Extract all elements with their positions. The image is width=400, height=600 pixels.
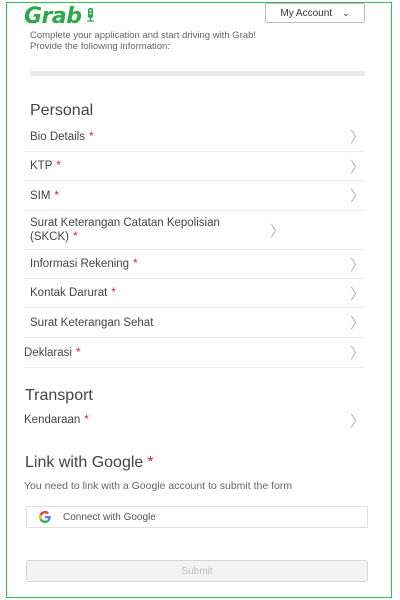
required-marker: * bbox=[84, 414, 89, 426]
chevron-right-icon: 〉 bbox=[270, 221, 286, 240]
logo-text: Grab bbox=[24, 4, 82, 29]
row-label: Deklarasi * bbox=[24, 346, 81, 359]
row-informasi-rekening[interactable]: Informasi Rekening * 〉 bbox=[24, 250, 366, 279]
traffic-light-icon bbox=[86, 7, 95, 27]
required-marker: * bbox=[75, 346, 81, 359]
submit-label: Submit bbox=[181, 565, 213, 577]
submit-button[interactable]: Submit bbox=[26, 560, 368, 582]
google-icon bbox=[39, 511, 51, 523]
row-label: Kendaraan * bbox=[24, 414, 89, 426]
required-marker: * bbox=[111, 287, 116, 299]
row-label: Surat Keterangan Sehat bbox=[30, 316, 154, 329]
connect-with-google-button[interactable]: Connect with Google bbox=[26, 506, 368, 528]
required-marker: * bbox=[72, 231, 78, 243]
chevron-right-icon: 〉 bbox=[350, 344, 366, 362]
required-marker: * bbox=[56, 160, 61, 172]
chevron-right-icon: 〉 bbox=[350, 411, 366, 430]
chevron-right-icon: 〉 bbox=[350, 255, 366, 274]
required-marker: * bbox=[88, 130, 94, 143]
row-label: Informasi Rekening * bbox=[30, 258, 138, 270]
intro-line-2: Provide the following information: bbox=[30, 41, 170, 52]
required-marker: * bbox=[133, 258, 138, 270]
row-kendaraan[interactable]: Kendaraan * 〉 bbox=[24, 406, 366, 434]
section-title-google: Link with Google * bbox=[25, 454, 154, 472]
row-kontak-darurat[interactable]: Kontak Darurat * 〉 bbox=[24, 279, 366, 308]
intro-line-1: Complete your application and start driv… bbox=[30, 30, 257, 41]
section-title-transport: Transport bbox=[25, 387, 93, 404]
required-marker: * bbox=[54, 189, 59, 202]
connect-with-google-label: Connect with Google bbox=[63, 511, 156, 523]
chevron-right-icon: 〉 bbox=[350, 128, 366, 146]
chevron-down-icon: ⌄ bbox=[342, 7, 350, 18]
row-label: KTP * bbox=[30, 160, 61, 172]
row-bio-details[interactable]: Bio Details * 〉 bbox=[24, 122, 366, 152]
row-label: Bio Details * bbox=[30, 130, 94, 143]
chevron-right-icon: 〉 bbox=[350, 187, 366, 205]
row-skck[interactable]: Surat Keterangan Catatan Kepolisian (SKC… bbox=[24, 211, 364, 250]
google-title-label: Link with Google bbox=[25, 454, 144, 471]
progress-bar bbox=[30, 71, 365, 76]
row-sim[interactable]: SIM * 〉 bbox=[24, 181, 366, 211]
my-account-label: My Account bbox=[280, 7, 333, 19]
chevron-right-icon: 〉 bbox=[350, 284, 366, 303]
row-surat-keterangan-sehat[interactable]: Surat Keterangan Sehat 〉 bbox=[24, 308, 366, 338]
section-title-personal: Personal bbox=[30, 102, 94, 119]
google-description: You need to link with a Google account t… bbox=[24, 480, 293, 492]
row-deklarasi[interactable]: Deklarasi * 〉 bbox=[24, 338, 366, 368]
row-ktp[interactable]: KTP * 〉 bbox=[24, 152, 366, 181]
row-label: Kontak Darurat * bbox=[30, 287, 116, 299]
grab-logo: Grab bbox=[24, 4, 95, 29]
required-marker: * bbox=[147, 454, 154, 471]
intro-text: Complete your application and start driv… bbox=[30, 30, 360, 52]
chevron-right-icon: 〉 bbox=[350, 314, 366, 332]
chevron-right-icon: 〉 bbox=[350, 157, 366, 176]
my-account-dropdown[interactable]: My Account ⌄ bbox=[265, 3, 365, 23]
row-label: SIM * bbox=[30, 189, 59, 202]
row-label: Surat Keterangan Catatan Kepolisian (SKC… bbox=[30, 217, 220, 243]
